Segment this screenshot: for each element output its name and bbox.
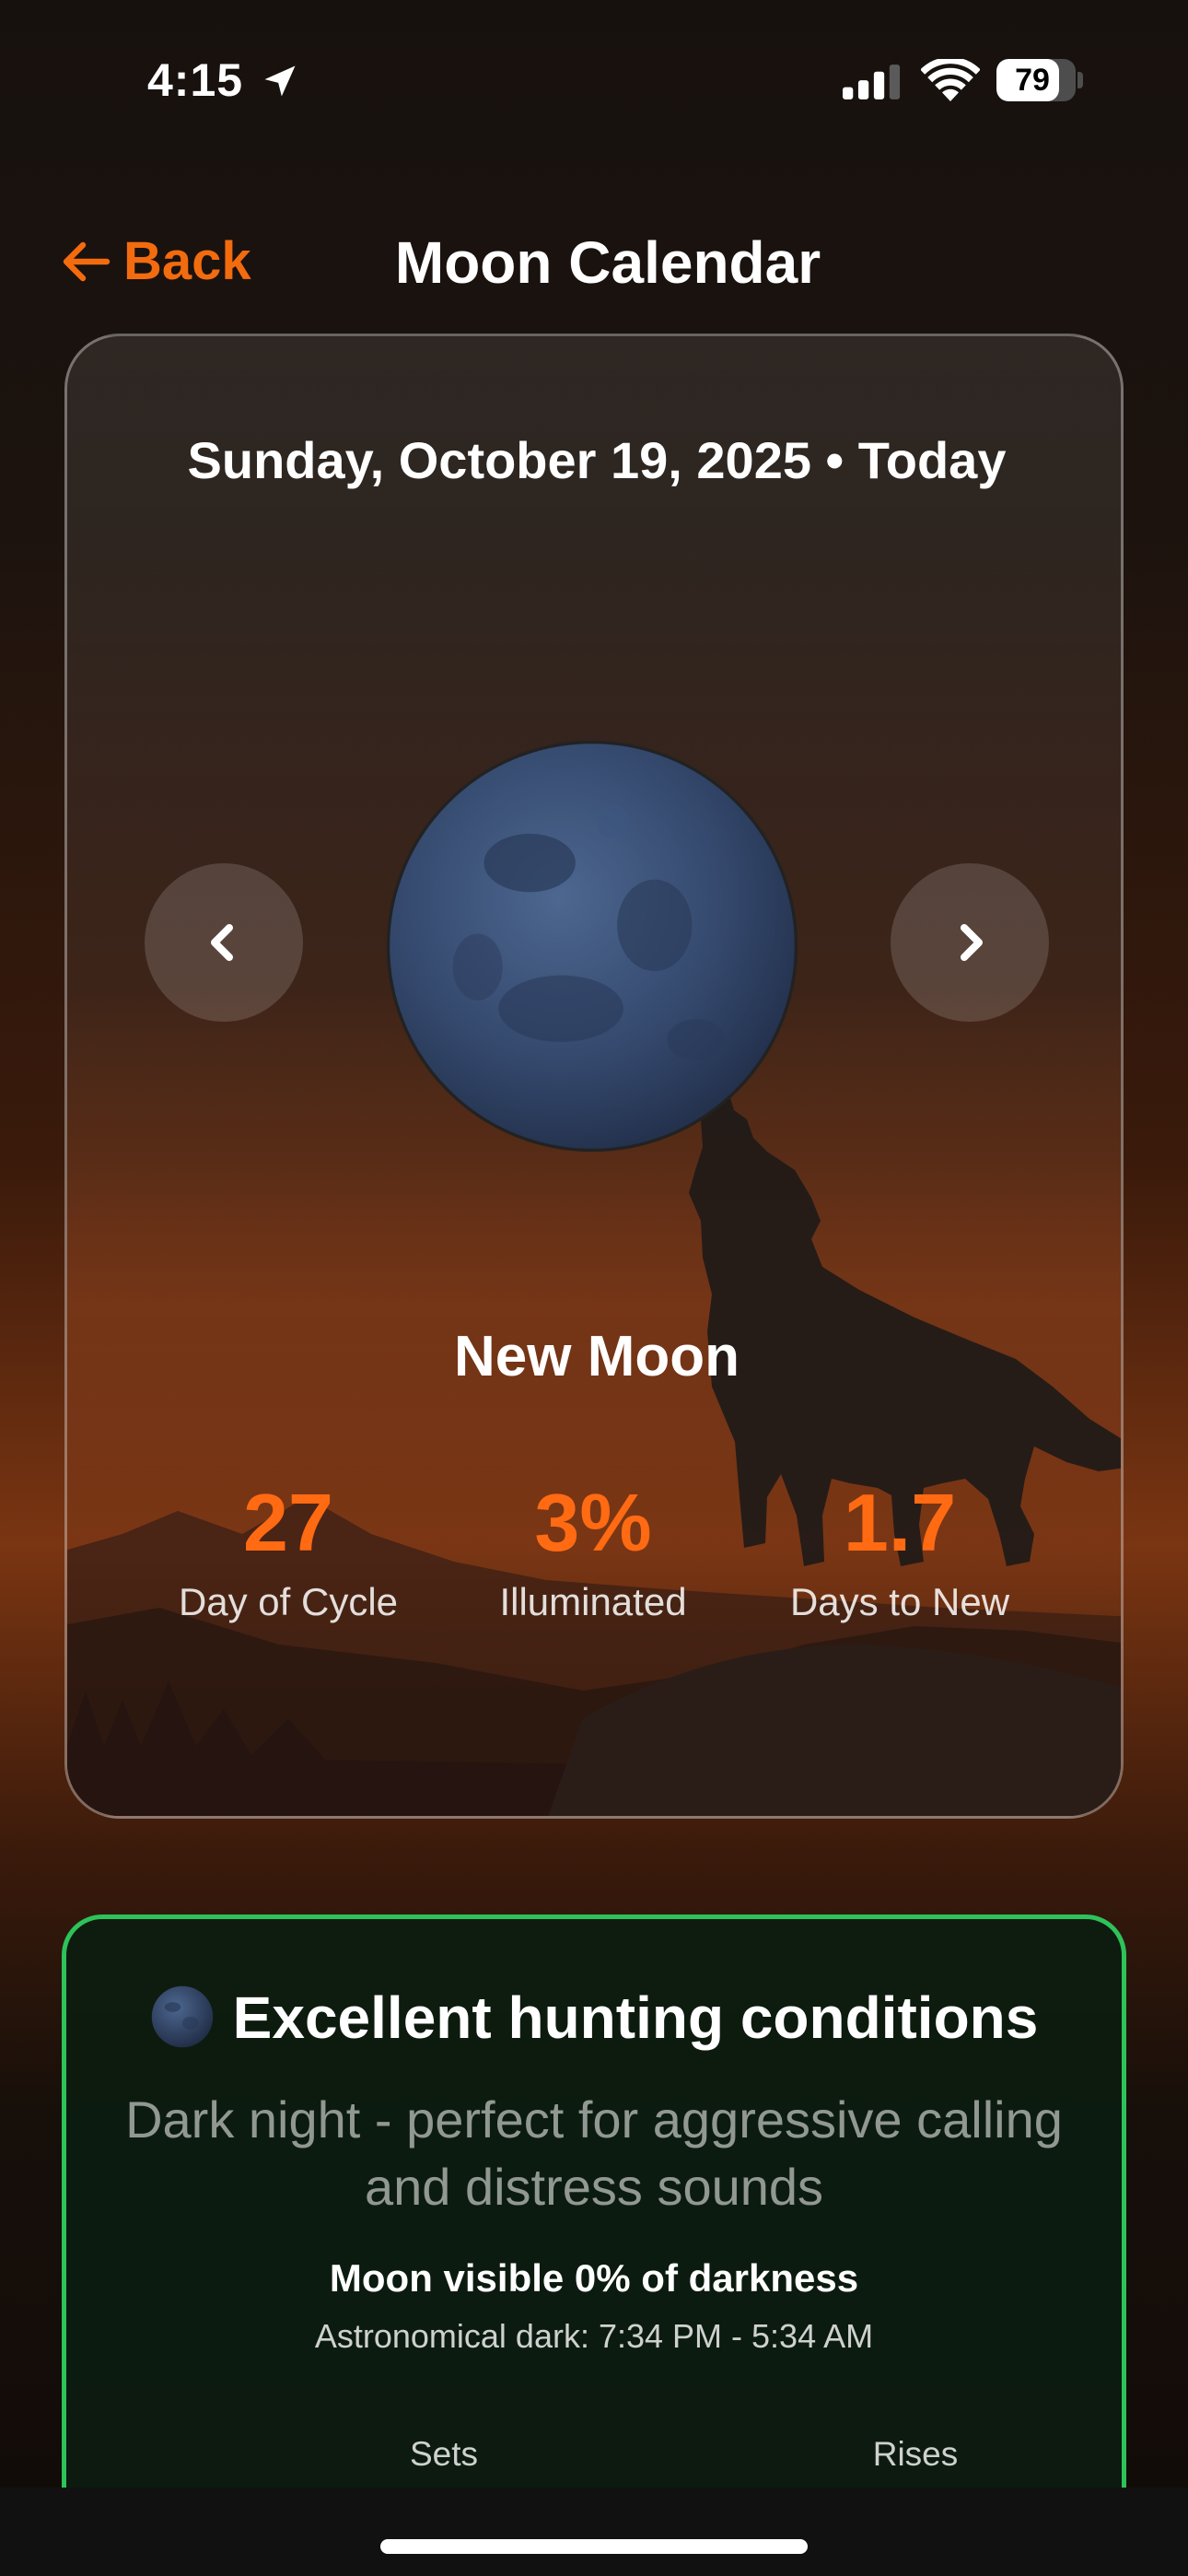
page-title: Moon Calendar (394, 229, 821, 296)
moon-rises-label: Rises (872, 2435, 959, 2473)
astronomical-dark-range: Astronomical dark: 7:34 PM - 5:34 AM (314, 2317, 874, 2355)
home-indicator[interactable] (380, 2539, 808, 2554)
status-bar: 4:15 79 (0, 0, 1188, 157)
previous-day-button[interactable] (145, 863, 303, 1022)
battery-icon: 79 (996, 59, 1083, 101)
stat-day-of-cycle: 27 Day of Cycle (122, 1482, 454, 1624)
chevron-left-icon (211, 924, 233, 961)
stat-illuminated: 3% Illuminated (427, 1482, 759, 1624)
hunting-conditions-card: Excellent hunting conditions Dark night … (62, 1914, 1126, 2576)
chevron-right-icon (961, 924, 983, 961)
location-arrow-icon (264, 65, 296, 97)
moon-phase-image (386, 740, 798, 1153)
status-time: 4:15 (147, 54, 244, 106)
stat-value: 1.7 (843, 1477, 957, 1568)
new-moon-icon (151, 1985, 213, 2048)
signal-icon (843, 64, 901, 100)
conditions-description: Dark night - perfect for aggressive call… (125, 2090, 1063, 2216)
stat-value: 27 (243, 1477, 333, 1568)
next-day-button[interactable] (891, 863, 1049, 1022)
bottom-safe-area (0, 2488, 1188, 2576)
battery-level-text: 79 (1015, 63, 1050, 98)
moon-visibility: Moon visible 0% of darkness (329, 2256, 859, 2300)
moon-sets-label: Sets (409, 2435, 479, 2473)
stat-days-to-new: 1.7 Days to New (734, 1482, 1066, 1624)
moon-phase-name: New Moon (454, 1325, 740, 1388)
current-date: Sunday, October 19, 2025 • Today (187, 431, 1007, 489)
stat-label: Day of Cycle (178, 1580, 399, 1623)
wifi-icon (921, 59, 980, 101)
stat-value: 3% (534, 1477, 652, 1568)
stat-label: Illuminated (499, 1580, 687, 1623)
moon-card: Sunday, October 19, 2025 • Today New Moo… (64, 334, 1124, 1819)
stat-label: Days to New (789, 1580, 1010, 1623)
conditions-title: Excellent hunting conditions (66, 1984, 1122, 2052)
